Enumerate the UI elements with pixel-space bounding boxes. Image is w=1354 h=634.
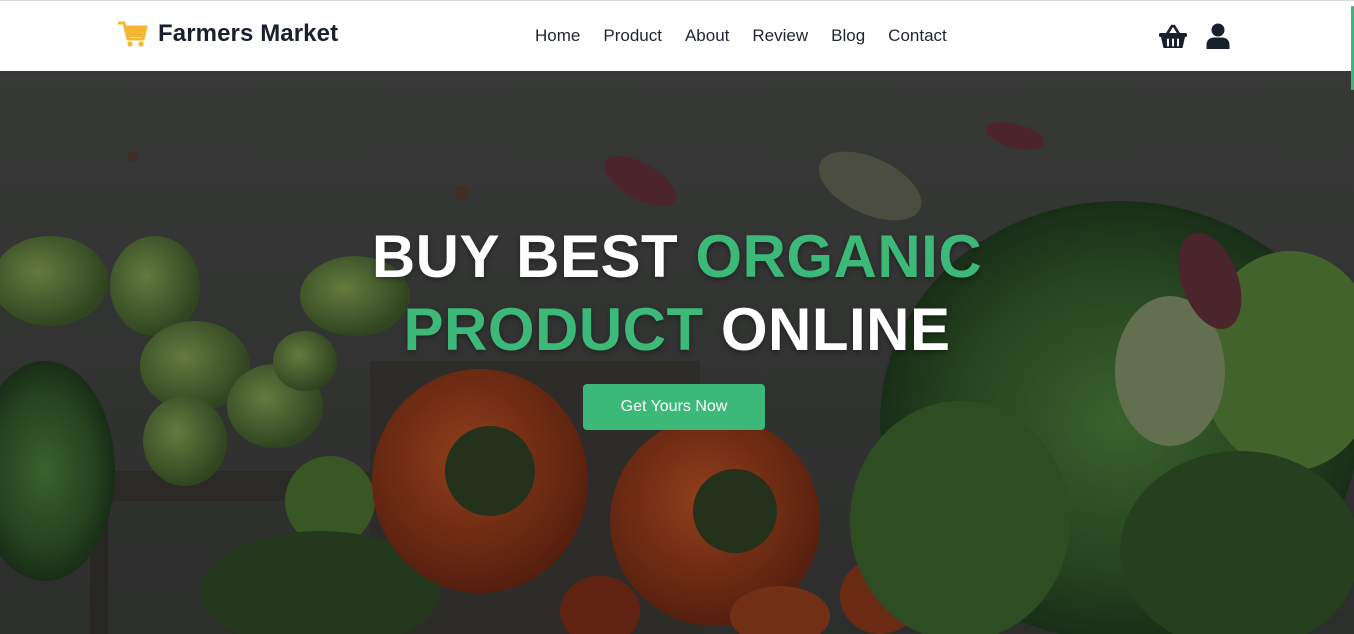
user-icon[interactable] <box>1206 23 1230 55</box>
headline-part-3: PRODUCT <box>403 296 704 363</box>
nav-link-product[interactable]: Product <box>603 26 662 46</box>
nav-link-home[interactable]: Home <box>535 26 580 46</box>
top-navbar: Farmers Market Home Product About Review… <box>0 0 1354 71</box>
brand-name: Farmers Market <box>158 20 339 47</box>
nav-link-contact[interactable]: Contact <box>888 26 947 46</box>
shopping-cart-icon <box>117 19 148 49</box>
headline-part-1: BUY BEST <box>371 223 679 290</box>
hero-banner: BUY BEST ORGANIC PRODUCT ONLINE Get Your… <box>0 71 1354 634</box>
main-nav: Home Product About Review Blog Contact <box>535 26 947 46</box>
nav-link-about[interactable]: About <box>685 26 729 46</box>
hero-headline: BUY BEST ORGANIC PRODUCT ONLINE <box>0 220 1354 366</box>
brand-logo[interactable]: Farmers Market <box>117 19 339 49</box>
header-actions <box>1158 23 1230 55</box>
nav-link-review[interactable]: Review <box>752 26 808 46</box>
headline-part-4: ONLINE <box>720 296 951 363</box>
headline-part-2: ORGANIC <box>695 223 983 290</box>
basket-icon[interactable] <box>1158 24 1188 55</box>
get-yours-now-button[interactable]: Get Yours Now <box>583 384 765 430</box>
nav-link-blog[interactable]: Blog <box>831 26 865 46</box>
